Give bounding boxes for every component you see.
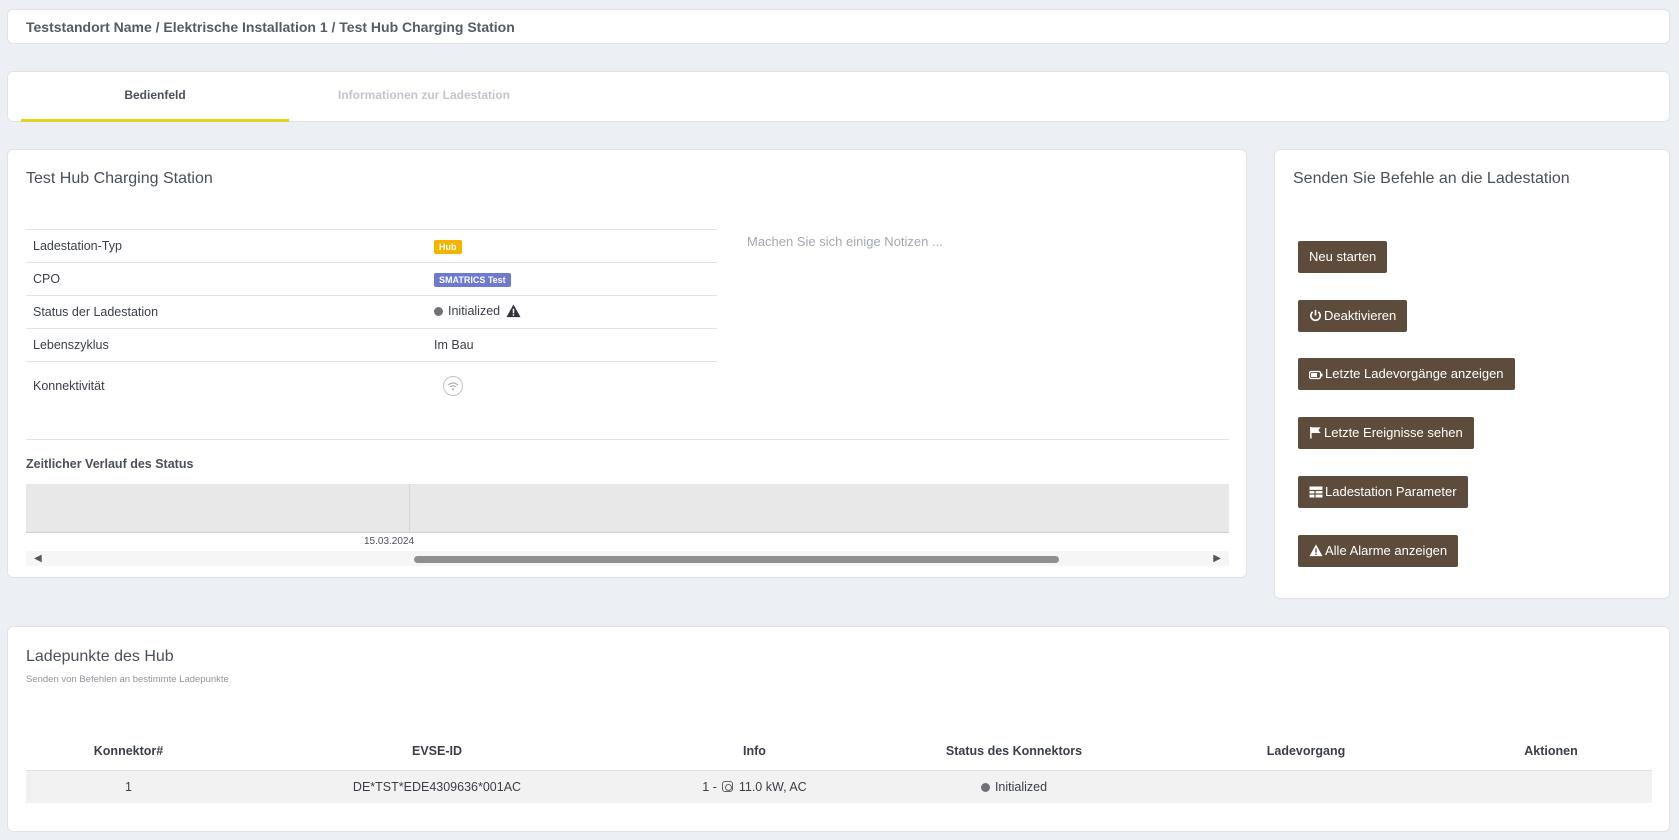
info-prefix: 1 - [702, 779, 717, 794]
table-row: Status der Ladestation Initialized [26, 295, 717, 329]
station-title: Test Hub Charging Station [26, 170, 213, 187]
connector-actions [1450, 770, 1652, 803]
charging-icon [1308, 370, 1323, 380]
wifi-icon [443, 375, 463, 396]
warning-icon [1309, 544, 1323, 557]
table-row[interactable]: 1 DE*TST*EDE4309636*001AC 1 - 11.0 kW, A… [26, 770, 1652, 803]
timeline-date-label: 15.03.2024 [364, 536, 415, 547]
breadcrumb: Teststandort Name / Elektrische Installa… [26, 19, 515, 35]
col-connector: Konnektor# [26, 733, 231, 771]
cpo-badge: SMATRICS Test [434, 272, 511, 287]
breadcrumb-bar: Teststandort Name / Elektrische Installa… [7, 9, 1670, 44]
connectors-table: Konnektor# EVSE-ID Info Status des Konne… [26, 733, 1652, 803]
col-session: Ladevorgang [1162, 733, 1450, 771]
power-icon [1310, 309, 1321, 322]
commands-title: Senden Sie Befehle an die Ladestation [1293, 170, 1570, 187]
restart-button[interactable]: Neu starten [1298, 241, 1388, 273]
scroll-thumb[interactable] [414, 556, 1059, 563]
info-value: 11.0 kW, AC [738, 779, 807, 794]
timeline-heading: Zeitlicher Verlauf des Status [26, 457, 194, 471]
params-button[interactable]: Ladestation Parameter [1298, 476, 1468, 508]
status-timeline [26, 484, 1229, 533]
connector-number: 1 [26, 770, 231, 803]
tab-information[interactable]: Informationen zur Ladestation [290, 72, 558, 122]
hub-card: Ladepunkte des Hub Senden von Befehlen a… [7, 626, 1670, 832]
hub-title: Ladepunkte des Hub [26, 648, 174, 665]
evse-id: DE*TST*EDE4309636*001AC [231, 770, 643, 803]
deactivate-button[interactable]: Deaktivieren [1298, 300, 1408, 332]
divider [26, 439, 1229, 440]
connector-session [1162, 770, 1450, 803]
table-row: Lebenszyklus Im Bau [26, 328, 717, 362]
sessions-button[interactable]: Letzte Ladevorgänge anzeigen [1298, 358, 1515, 390]
alarms-button[interactable]: Alle Alarme anzeigen [1298, 535, 1459, 567]
connector-status: Initialized [994, 779, 1048, 794]
plug-icon [722, 780, 734, 792]
flag-icon [1310, 426, 1321, 439]
warning-icon[interactable] [506, 303, 521, 321]
table-icon [1309, 486, 1323, 498]
status-value: Initialized [448, 303, 501, 318]
table-row: Ladestation-Typ Hub [26, 229, 717, 263]
station-info-table: Ladestation-Typ Hub CPO SMATRICS Test St… [26, 229, 717, 410]
type-label: Ladestation-Typ [26, 229, 427, 263]
timeline-scrollbar[interactable]: ◀ ▶ [26, 551, 1229, 566]
scroll-left-icon[interactable]: ◀ [34, 553, 42, 564]
status-dot [434, 306, 443, 316]
timeline-divider [409, 484, 410, 532]
hub-subtitle: Senden von Befehlen an bestimmte Ladepun… [26, 674, 229, 685]
col-status: Status des Konnektors [866, 733, 1162, 771]
col-evse: EVSE-ID [231, 733, 643, 771]
col-info: Info [643, 733, 866, 771]
scroll-right-icon[interactable]: ▶ [1213, 553, 1221, 564]
lifecycle-label: Lebenszyklus [26, 328, 427, 362]
commands-card: Senden Sie Befehle an die Ladestation Ne… [1274, 149, 1670, 599]
table-row: CPO SMATRICS Test [26, 262, 717, 296]
tab-bar: Bedienfeld Informationen zur Ladestation [7, 71, 1670, 122]
lifecycle-value: Im Bau [427, 328, 717, 362]
type-badge: Hub [434, 239, 462, 254]
col-actions: Aktionen [1450, 733, 1652, 771]
status-dot [980, 782, 990, 792]
notes-field[interactable]: Machen Sie sich einige Notizen ... [747, 234, 943, 249]
table-header: Konnektor# EVSE-ID Info Status des Konne… [26, 733, 1652, 771]
table-row: Konnektivität [26, 361, 717, 410]
connectivity-label: Konnektivität [26, 361, 427, 410]
tab-bedienfeld[interactable]: Bedienfeld [21, 72, 289, 122]
status-label: Status der Ladestation [26, 295, 427, 329]
events-button[interactable]: Letzte Ereignisse sehen [1298, 417, 1474, 449]
cpo-label: CPO [26, 262, 427, 296]
station-card: Test Hub Charging Station Ladestation-Ty… [7, 149, 1247, 578]
